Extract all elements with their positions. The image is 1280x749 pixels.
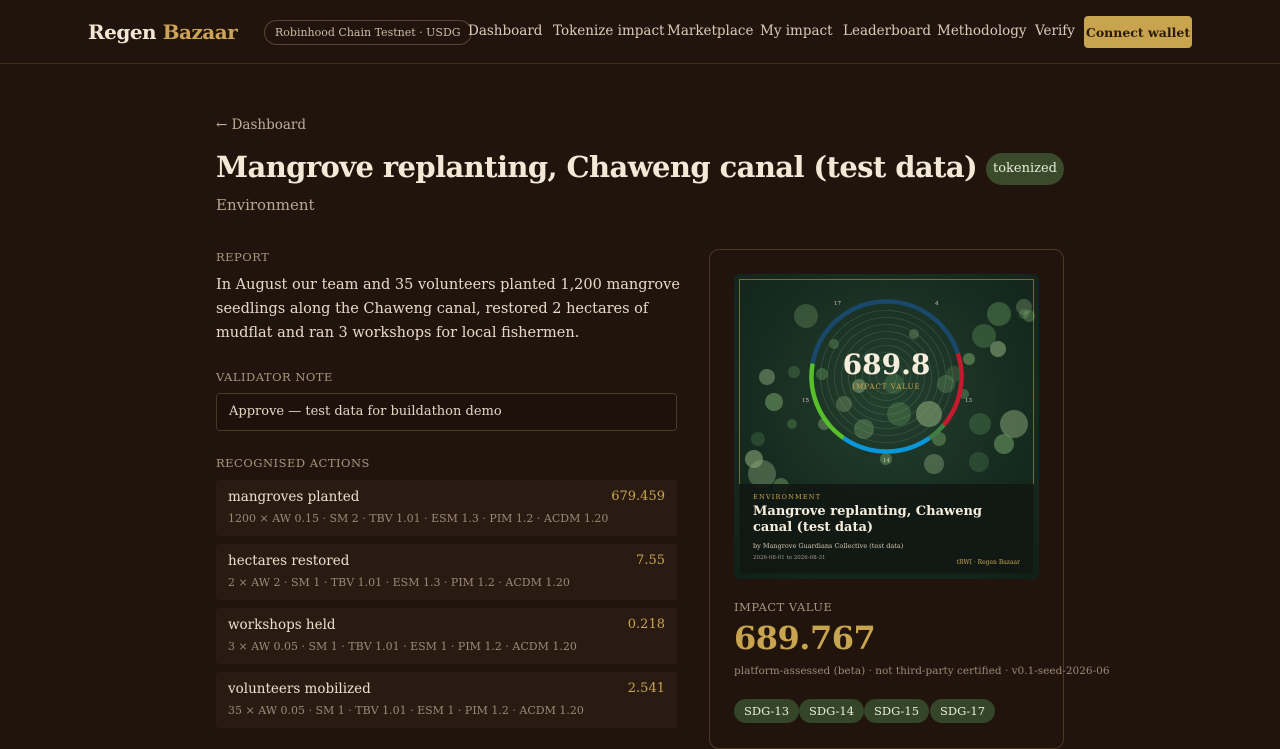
nft-sdg-mark: 15 — [802, 398, 809, 404]
page-title: Mangrove replanting, Chaweng canal (test… — [216, 150, 978, 184]
nft-sdg-mark: 4 — [935, 301, 939, 307]
action-formula: 1200 × AW 0.15 · SM 2 · TBV 1.01 · ESM 1… — [228, 512, 609, 525]
back-to-dashboard-link[interactable]: ← Dashboard — [216, 117, 306, 133]
nft-watermark: tRWI · Regen Bazaar — [956, 559, 1020, 566]
nft-sdg-mark: 17 — [834, 301, 841, 307]
action-value: 2.541 — [627, 681, 665, 696]
nft-author: by Mangrove Guardians Collective (test d… — [753, 542, 904, 550]
sdg-tag: SDG-13 — [734, 699, 800, 723]
action-name: workshops held — [228, 617, 336, 633]
impact-value-note: platform-assessed (beta) · not third-par… — [734, 665, 1110, 677]
nav-tokenize-impact[interactable]: Tokenize impact — [553, 23, 664, 39]
nft-impact-score: 689.8 — [842, 348, 931, 381]
action-row: workshops held 0.218 3 × AW 0.05 · SM 1 … — [216, 608, 677, 664]
nft-caption: ENVIRONMENT Mangrove replanting, Chaweng… — [739, 484, 1034, 574]
brand-logo[interactable]: Regen Bazaar — [88, 20, 238, 44]
nft-impact-score-label: IMPACT VALUE — [852, 383, 921, 391]
action-formula: 3 × AW 0.05 · SM 1 · TBV 1.01 · ESM 1 · … — [228, 640, 577, 653]
nav-methodology[interactable]: Methodology — [937, 23, 1027, 39]
recognised-actions-label: RECOGNISED ACTIONS — [216, 456, 370, 470]
action-row: hectares restored 7.55 2 × AW 2 · SM 1 ·… — [216, 544, 677, 600]
impact-value-label: IMPACT VALUE — [734, 600, 833, 614]
action-name: mangroves planted — [228, 489, 360, 505]
brand-name-part2: Bazaar — [162, 20, 238, 44]
project-category: Environment — [216, 196, 315, 214]
nft-title: Mangrove replanting, Chaweng canal (test… — [753, 504, 983, 535]
action-name: volunteers mobilized — [228, 681, 371, 697]
sdg-tag: SDG-17 — [930, 699, 996, 723]
nav-verify[interactable]: Verify — [1035, 23, 1075, 39]
report-label: REPORT — [216, 250, 270, 264]
nft-category: ENVIRONMENT — [753, 493, 822, 501]
action-value: 0.218 — [627, 617, 665, 632]
action-value: 679.459 — [611, 489, 665, 504]
top-navigation-bar: Regen Bazaar Robinhood Chain Testnet · U… — [0, 0, 1280, 64]
sdg-tag: SDG-15 — [864, 699, 930, 723]
validator-note-label: VALIDATOR NOTE — [216, 370, 333, 384]
report-text: In August our team and 35 volunteers pla… — [216, 277, 680, 341]
impact-value: 689.767 — [734, 619, 876, 657]
status-badge: tokenized — [986, 153, 1064, 185]
nav-my-impact[interactable]: My impact — [760, 23, 833, 39]
action-name: hectares restored — [228, 553, 350, 569]
nav-dashboard[interactable]: Dashboard — [468, 23, 542, 39]
nft-dates: 2026-08-01 to 2026-08-31 — [753, 555, 826, 561]
brand-name-part1: Regen — [88, 20, 157, 44]
sdg-tag: SDG-14 — [799, 699, 865, 723]
action-formula: 2 × AW 2 · SM 1 · TBV 1.01 · ESM 1.3 · P… — [228, 576, 570, 589]
nav-marketplace[interactable]: Marketplace — [667, 23, 753, 39]
validator-note: Approve — test data for buildathon demo — [216, 393, 677, 431]
connect-wallet-button[interactable]: Connect wallet — [1084, 16, 1192, 48]
action-value: 7.55 — [636, 553, 665, 568]
action-formula: 35 × AW 0.05 · SM 1 · TBV 1.01 · ESM 1 ·… — [228, 704, 584, 717]
nft-sdg-mark: 13 — [965, 398, 972, 404]
nav-leaderboard[interactable]: Leaderboard — [843, 23, 931, 39]
nft-sdg-mark: 14 — [883, 458, 890, 464]
network-badge: Robinhood Chain Testnet · USDG — [264, 20, 472, 45]
action-row: mangroves planted 679.459 1200 × AW 0.15… — [216, 480, 677, 536]
impact-nft-card: 689.8 IMPACT VALUE 17 4 15 13 14 ENVIRON… — [734, 274, 1039, 579]
